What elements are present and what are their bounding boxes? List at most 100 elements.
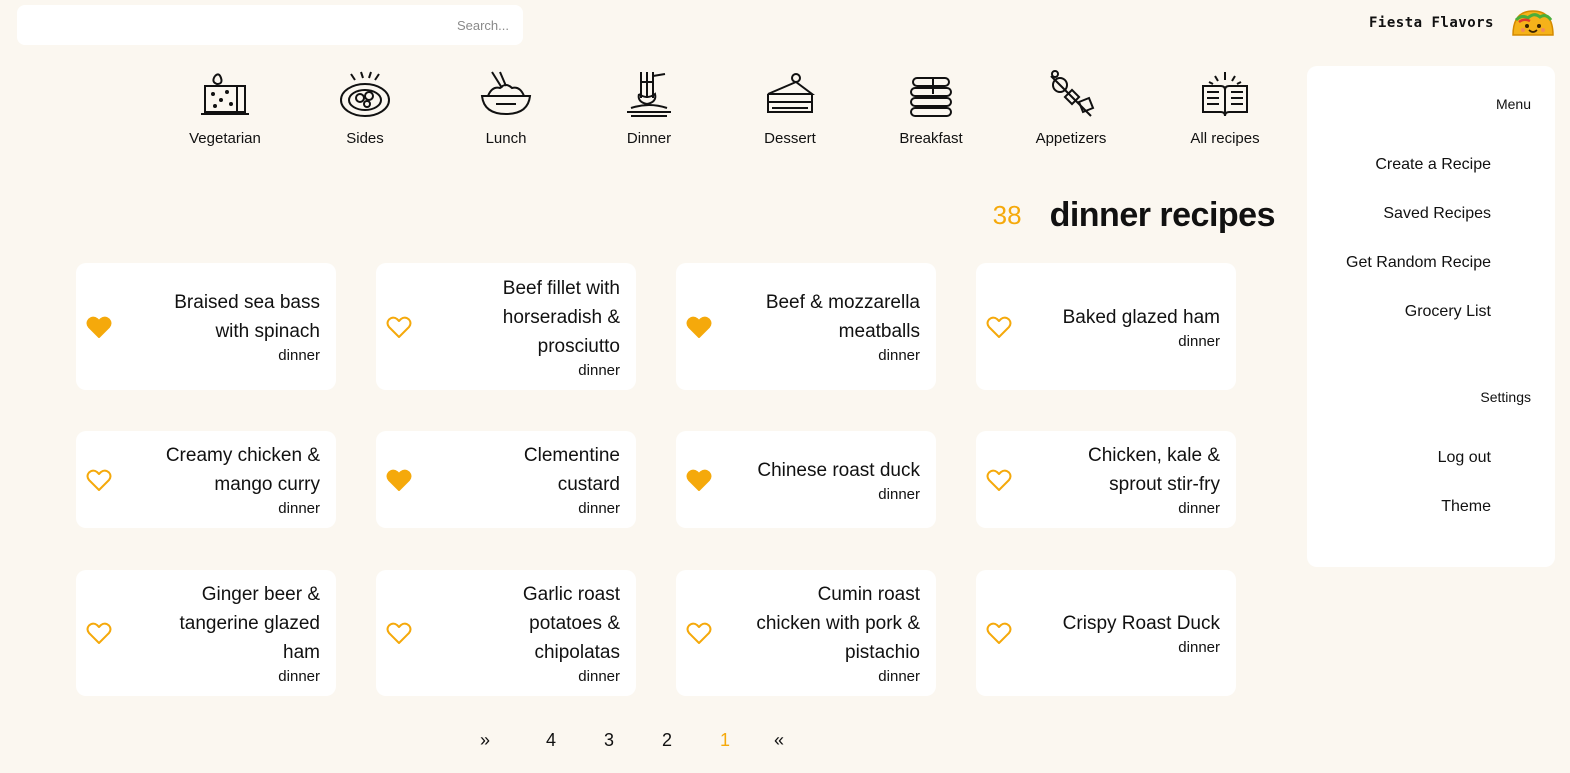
recipe-title-line: Garlic roast [522,584,620,605]
recipe-title-line: Braised sea bass [174,292,320,313]
cake-slice-icon [767,73,815,113]
open-book-icon [1202,72,1248,117]
recipe-card[interactable]: Chicken, kale & sprout stir-fry dinner [976,431,1236,528]
recipe-card[interactable]: Braised sea bass with spinach dinner [76,263,336,390]
recipe-text: Creamy chicken & mango curry dinner [166,441,320,518]
category-vegetarian[interactable]: Vegetarian [170,68,280,147]
recipe-category: dinner [878,668,920,685]
recipe-title: Ginger beer & tangerine glazed ham [180,580,321,667]
category-breakfast[interactable]: Breakfast [876,68,986,147]
category-appetizers[interactable]: Appetizers [1016,68,1126,147]
recipe-category: dinner [278,500,320,517]
recipe-card[interactable]: Crispy Roast Duck dinner [976,570,1236,696]
recipe-text: Chinese roast duck dinner [757,456,920,504]
heart-outline-icon[interactable] [86,621,112,645]
recipe-title-line: Cumin roast [817,584,920,605]
recipe-text: Crispy Roast Duck dinner [1063,609,1220,657]
recipe-title-line: Chinese roast duck [757,460,920,481]
brand-name: Fiesta Flavors [1368,15,1494,31]
category-label: All recipes [1190,130,1260,147]
pagination-last-button[interactable]: » [480,730,490,751]
recipe-category: dinner [878,347,920,364]
category-lunch[interactable]: Lunch [451,68,561,147]
recipe-card[interactable]: Garlic roast potatoes & chipolatas dinner [376,570,636,696]
recipe-title: Crispy Roast Duck [1063,609,1220,638]
category-dinner[interactable]: Dinner [594,68,704,147]
heart-filled-icon[interactable] [86,315,112,339]
pagination-page-4[interactable]: 4 [546,730,556,751]
recipe-category: dinner [278,668,320,685]
recipe-title-line: prosciutto [537,336,620,357]
recipe-title-line: meatballs [838,321,920,342]
recipe-title-line: Beef & mozzarella [765,292,920,313]
recipe-text: Chicken, kale & sprout stir-fry dinner [1088,441,1220,518]
recipe-category: dinner [278,347,320,364]
sidebar-item-saved-recipes[interactable]: Saved Recipes [1383,205,1491,223]
settings-heading: Settings [1480,389,1531,405]
recipe-title-line: Ginger beer & [201,584,320,605]
pancakes-icon [910,77,952,117]
menu-heading: Menu [1495,96,1531,112]
pagination-page-1[interactable]: 1 [720,730,730,751]
recipe-title-line: potatoes & [529,613,620,634]
search-bar[interactable] [17,5,523,45]
heart-outline-icon[interactable] [986,468,1012,492]
skewer-icon [1050,70,1095,117]
recipe-title-line: sprout stir-fry [1109,474,1220,495]
sidebar: Menu Create a Recipe Saved Recipes Get R… [1307,66,1555,567]
recipe-text: Beef fillet with horseradish & prosciutto d… [503,274,620,380]
recipe-title: Beef fillet with horseradish & prosciutto [503,274,620,361]
pagination-page-3[interactable]: 3 [604,730,614,751]
category-label: Vegetarian [189,130,261,147]
heart-outline-icon[interactable] [386,621,412,645]
recipe-category: dinner [878,486,920,503]
recipe-title-line: Crispy Roast Duck [1062,613,1220,634]
recipe-title-line: Baked glazed ham [1062,307,1220,328]
recipe-category: dinner [1178,639,1220,656]
recipes-heading: 38 dinner recipes [992,196,1276,235]
recipe-title-line: ham [283,642,320,663]
recipe-title: Clementine custard [524,441,620,499]
category-bar: All recipes Appetizers Breakfast Dessert… [170,68,1280,158]
recipe-card[interactable]: Clementine custard dinner [376,431,636,528]
recipe-text: Beef & mozzarella meatballs dinner [766,288,920,365]
heart-filled-icon[interactable] [386,468,412,492]
pagination-page-2[interactable]: 2 [662,730,672,751]
category-all-recipes[interactable]: All recipes [1170,68,1280,147]
brand: Fiesta Flavors [1369,6,1556,40]
search-input[interactable] [17,17,509,33]
sidebar-item-log-out[interactable]: Log out [1438,449,1491,467]
recipe-card[interactable]: Beef & mozzarella meatballs dinner [676,263,936,390]
recipe-title-line: tangerine glazed [179,613,321,634]
recipe-text: Cumin roast chicken with pork & pistachio d… [756,580,920,686]
recipe-category: dinner [1178,333,1220,350]
recipe-title: Chinese roast duck [757,456,920,485]
category-dessert[interactable]: Dessert [735,68,845,147]
heart-filled-icon[interactable] [686,468,712,492]
category-label: Appetizers [1035,130,1107,147]
category-label: Lunch [485,130,527,147]
sidebar-item-theme[interactable]: Theme [1441,498,1491,516]
heart-outline-icon[interactable] [986,315,1012,339]
pagination-first-button[interactable]: « [774,730,784,751]
sidebar-item-create-recipe[interactable]: Create a Recipe [1375,156,1491,174]
pagination: » 4 3 2 1 « [470,730,800,756]
recipe-card[interactable]: Cumin roast chicken with pork & pistachio d… [676,570,936,696]
recipe-count: 38 [992,200,1022,230]
recipe-card[interactable]: Ginger beer & tangerine glazed ham dinner [76,570,336,696]
heart-outline-icon[interactable] [986,621,1012,645]
recipe-card[interactable]: Creamy chicken & mango curry dinner [76,431,336,528]
recipe-card[interactable]: Baked glazed ham dinner [976,263,1236,390]
recipe-card[interactable]: Chinese roast duck dinner [676,431,936,528]
recipe-title-line: horseradish & [502,307,620,328]
category-sides[interactable]: Sides [310,68,420,147]
sidebar-item-grocery-list[interactable]: Grocery List [1405,303,1491,321]
heart-outline-icon[interactable] [86,468,112,492]
heart-outline-icon[interactable] [386,315,412,339]
recipe-category: dinner [578,362,620,379]
heart-filled-icon[interactable] [686,315,712,339]
heart-outline-icon[interactable] [686,621,712,645]
recipe-card[interactable]: Beef fillet with horseradish & prosciutto d… [376,263,636,390]
recipe-title-line: Chicken, kale & [1087,445,1220,466]
sidebar-item-random-recipe[interactable]: Get Random Recipe [1346,254,1491,272]
